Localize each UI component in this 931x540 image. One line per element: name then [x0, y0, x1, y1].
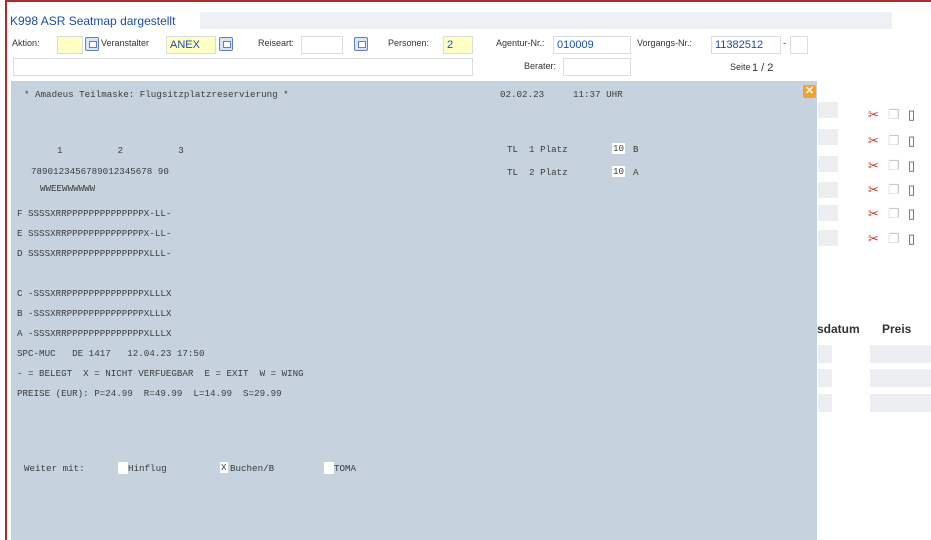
seat-row-f: F SSSSXRRPPPPPPPPPPPPPPX-LL- [17, 208, 172, 219]
agentur-field[interactable]: 010009 [553, 36, 631, 54]
column-header-preis: Preis [882, 322, 912, 336]
option-toma-label: TOMA [334, 463, 357, 474]
close-icon[interactable]: ✕ [803, 85, 816, 98]
scissors-icon[interactable]: ✂ [868, 232, 879, 246]
agentur-label: Agentur-Nr.: [496, 38, 545, 48]
price-line: PREISE (EUR): P=24.99 R=49.99 L=14.99 S=… [17, 388, 282, 399]
scissors-icon[interactable]: ✂ [868, 108, 879, 122]
copy-icon[interactable]: ❐ [888, 183, 900, 197]
tl1-row-field[interactable]: 10 [612, 143, 626, 154]
scissors-icon[interactable]: ✂ [868, 207, 879, 221]
background-field[interactable] [870, 369, 931, 387]
vorgangs-label: Vorgangs-Nr.: [637, 38, 693, 48]
tl1-seat-value: B [633, 144, 639, 155]
title-bar-strip [200, 12, 892, 29]
option-buchen-label: Buchen/B [230, 463, 275, 474]
veranstalter-label: Veranstalter [101, 38, 150, 48]
option-hinflug-checkbox[interactable] [118, 462, 128, 474]
option-hinflug-label: Hinflug [128, 463, 167, 474]
scissors-icon[interactable]: ✂ [868, 183, 879, 197]
background-field[interactable] [818, 129, 838, 145]
background-field[interactable] [818, 205, 838, 221]
clipboard-icon[interactable]: ▯ [908, 159, 915, 173]
clipboard-icon[interactable]: ▯ [908, 207, 915, 221]
amadeus-terminal-panel: * Amadeus Teilmaske: Flugsitzplatzreserv… [11, 81, 817, 540]
vorgangs-field[interactable]: 11382512 [711, 36, 781, 54]
background-field[interactable] [818, 102, 838, 118]
seat-row-d: D SSSSXRRPPPPPPPPPPPPPPXLLL- [17, 248, 172, 259]
background-field[interactable] [818, 230, 838, 246]
vorgangs-suffix-field[interactable] [790, 36, 808, 54]
seat-column-tens: 1 2 3 [57, 145, 184, 156]
reiseart-field[interactable] [301, 36, 343, 54]
background-field[interactable] [818, 394, 832, 412]
scissors-icon[interactable]: ✂ [868, 159, 879, 173]
seat-row-e: E SSSSXRRPPPPPPPPPPPPPPX-LL- [17, 228, 172, 239]
background-field[interactable] [870, 345, 931, 363]
reiseart-lookup-icon[interactable] [354, 37, 368, 51]
background-field[interactable] [818, 182, 838, 198]
aktion-text-field[interactable] [13, 58, 473, 76]
seite-value: 1 / 2 [752, 62, 774, 74]
tl1-label: TL 1 Platz [507, 144, 568, 155]
background-field[interactable] [818, 369, 832, 387]
copy-icon[interactable]: ❐ [888, 207, 900, 221]
flight-line: SPC-MUC DE 1417 12.04.23 17:50 [17, 348, 205, 359]
aktion-lookup-icon[interactable] [85, 37, 99, 51]
background-field[interactable] [818, 345, 832, 363]
clipboard-icon[interactable]: ▯ [908, 108, 915, 122]
background-field[interactable] [818, 156, 838, 172]
berater-field[interactable] [563, 58, 631, 76]
aktion-field[interactable] [57, 36, 83, 54]
terminal-screen: * Amadeus Teilmaske: Flugsitzplatzreserv… [11, 81, 817, 540]
scissors-icon[interactable]: ✂ [868, 134, 879, 148]
option-buchen-checkbox[interactable]: X [220, 462, 228, 473]
page-title: K998 ASR Seatmap dargestellt [10, 14, 176, 28]
legend-line: - = BELEGT X = NICHT VERFUEGBAR E = EXIT… [17, 368, 304, 379]
terminal-headline: * Amadeus Teilmaske: Flugsitzplatzreserv… [24, 89, 289, 100]
veranstalter-field[interactable]: ANEX [166, 36, 216, 54]
clipboard-icon[interactable]: ▯ [908, 134, 915, 148]
berater-label: Berater: [524, 61, 557, 71]
terminal-time: 11:37 UHR [573, 89, 623, 100]
tl2-seat-value: A [633, 167, 639, 178]
veranstalter-lookup-icon[interactable] [219, 37, 233, 51]
copy-icon[interactable]: ❐ [888, 232, 900, 246]
clipboard-icon[interactable]: ▯ [908, 232, 915, 246]
background-field[interactable] [870, 394, 931, 412]
tl2-row-field[interactable]: 10 [612, 166, 626, 177]
aktion-label: Aktion: [12, 38, 40, 48]
option-toma-checkbox[interactable] [324, 462, 334, 474]
seat-wing-row: WWEEWWWWWW [40, 183, 96, 194]
frame-left-border [5, 0, 7, 540]
vorgangs-separator: - [783, 38, 786, 48]
personen-field[interactable]: 2 [443, 36, 473, 54]
weiter-label: Weiter mit: [24, 463, 85, 474]
personen-label: Personen: [388, 38, 430, 48]
seat-column-digits: 7890123456789012345678 90 [31, 166, 169, 177]
copy-icon[interactable]: ❐ [888, 108, 900, 122]
seite-label: Seite [730, 62, 751, 72]
seat-row-a: A -SSSXRRPPPPPPPPPPPPPPXLLLX [17, 328, 172, 339]
seat-row-c: C -SSSXRRPPPPPPPPPPPPPPXLLLX [17, 288, 172, 299]
copy-icon[interactable]: ❐ [888, 134, 900, 148]
column-header-datum: sdatum [817, 322, 860, 336]
tl2-label: TL 2 Platz [507, 167, 568, 178]
seat-row-b: B -SSSXRRPPPPPPPPPPPPPPXLLLX [17, 308, 172, 319]
terminal-date: 02.02.23 [500, 89, 545, 100]
clipboard-icon[interactable]: ▯ [908, 183, 915, 197]
reiseart-label: Reiseart: [258, 38, 295, 48]
frame-top-border [5, 0, 931, 2]
copy-icon[interactable]: ❐ [888, 159, 900, 173]
